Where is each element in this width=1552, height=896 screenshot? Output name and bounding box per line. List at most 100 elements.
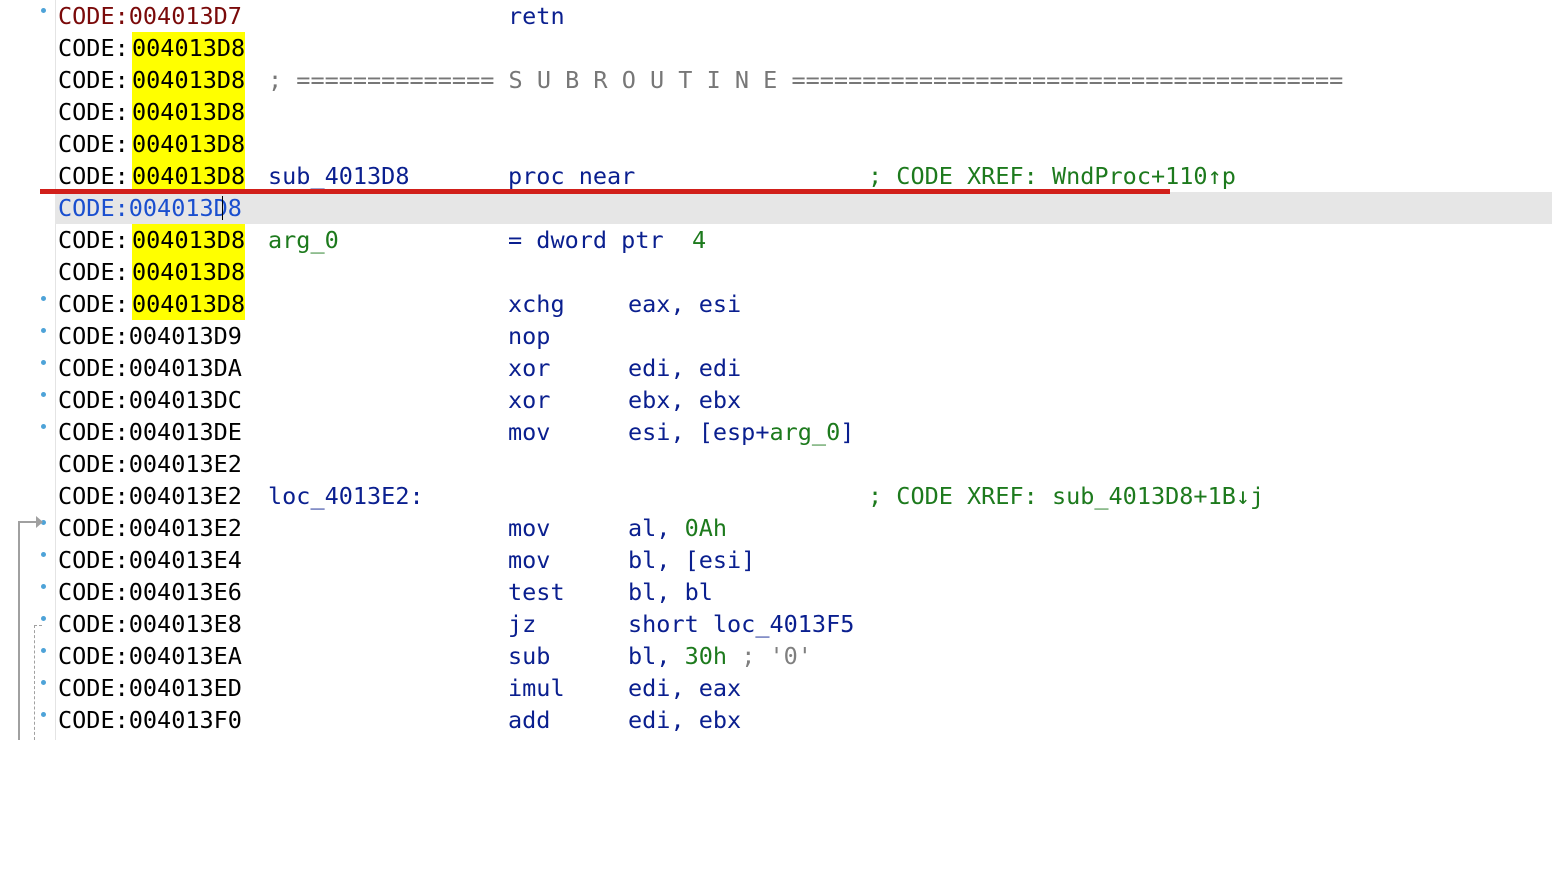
listing-line[interactable]: CODE: 004013D8 [0,256,1552,288]
listing-line[interactable]: CODE:004013D9 nop [0,320,1552,352]
listing-line[interactable]: CODE:004013E2 [0,448,1552,480]
address-value: 004013DA [128,354,242,382]
listing-line[interactable]: CODE: 004013D8 [0,32,1552,64]
segment-name: CODE: [58,162,129,190]
instruction-operands[interactable]: short loc_4013F5 [628,608,854,640]
xref-link[interactable]: WndProc+110↑p [1052,162,1236,190]
listing-line[interactable]: CODE:004013DE mov esi, [esp+arg_0] [0,416,1552,448]
listing-line-current[interactable]: CODE:004013D8 [0,192,1552,224]
listing-line[interactable]: CODE: 004013D8 sub_4013D8 proc near ; CO… [0,160,1552,192]
listing-line[interactable]: CODE: 004013D8 [0,96,1552,128]
listing-line[interactable]: CODE: 004013D8 [0,128,1552,160]
segment-name: CODE: [58,610,129,638]
instruction-mnemonic[interactable]: xor [508,352,550,384]
xref-comment: ; CODE XREF: sub_4013D8+1B↓j [868,480,1264,512]
address-highlighted[interactable]: 004013D8 [132,32,246,64]
instruction-mnemonic[interactable]: mov [508,512,550,544]
segment-name: CODE: [58,450,129,478]
xref-prefix: ; CODE XREF: [868,162,1052,190]
address-value[interactable]: 004013D8 [129,194,242,222]
listing-line[interactable]: CODE:004013EA sub bl, 30h ; '0' [0,640,1552,672]
instruction-mnemonic[interactable]: imul [508,672,565,704]
instruction-mnemonic[interactable]: mov [508,544,550,576]
instruction-operands[interactable]: bl, bl [628,576,713,608]
instruction-mnemonic[interactable]: add [508,704,550,736]
operand-text: ] [840,418,855,446]
listing-line[interactable]: CODE:004013ED imul edi, eax [0,672,1552,704]
address-highlighted[interactable]: 004013D8 [132,256,246,288]
operand-immediate: 0Ah [684,514,728,542]
listing-line[interactable]: CODE:004013E8 jz short loc_4013F5 [0,608,1552,640]
instruction-operands[interactable]: al, 0Ah [628,512,727,544]
segment-name: CODE: [58,546,129,574]
address-value: 004013E2 [128,514,242,542]
instruction-operands[interactable]: bl, [esi] [628,544,755,576]
instruction-mnemonic[interactable]: xor [508,384,550,416]
segment-name: CODE: [58,258,129,286]
loc-label[interactable]: loc_4013E2: [268,480,424,512]
listing-line[interactable]: CODE: 004013D8 ; ============== S U B R … [0,64,1552,96]
instruction-mnemonic[interactable]: xchg [508,288,565,320]
address-highlighted[interactable]: 004013D8 [132,64,246,96]
listing-line[interactable]: CODE:004013D7 retn [0,0,1552,32]
exec-dot-icon [41,360,46,365]
operand-immediate: 30h [684,642,728,670]
instruction-mnemonic[interactable]: retn [508,0,565,32]
disassembly-listing[interactable]: CODE:004013D7 retn CODE: 004013D8 CODE: … [0,0,1552,740]
listing-line[interactable]: CODE:004013E6 test bl, bl [0,576,1552,608]
instruction-operands[interactable]: esi, [esp+arg_0] [628,416,854,448]
instruction-operands[interactable]: ebx, ebx [628,384,741,416]
instruction-operands[interactable]: edi, edi [628,352,741,384]
xref-link[interactable]: sub_4013D8+1B↓j [1052,482,1264,510]
address-value: 004013E2 [128,450,242,478]
segment-name: CODE: [58,354,129,382]
address-highlighted[interactable]: 004013D8 [132,128,246,160]
xref-comment: ; CODE XREF: WndProc+110↑p [868,160,1236,192]
listing-line[interactable]: CODE:004013E4 mov bl, [esi] [0,544,1552,576]
address-highlighted[interactable]: 004013D8 [132,96,246,128]
instruction-mnemonic[interactable]: test [508,576,565,608]
segment-name: CODE: [58,290,129,318]
instruction-mnemonic[interactable]: jz [508,608,536,640]
listing-line[interactable]: CODE:004013E2 mov al, 0Ah [0,512,1552,544]
instruction-operands[interactable]: edi, ebx [628,704,741,736]
listing-line[interactable]: CODE:004013F0 add edi, ebx [0,704,1552,736]
instruction-mnemonic[interactable]: mov [508,416,550,448]
instruction-operands[interactable]: eax, esi [628,288,741,320]
address-highlighted[interactable]: 004013D8 [132,288,246,320]
listing-line[interactable]: CODE: 004013D8 arg_0 = dword ptr 4 [0,224,1552,256]
listing-line[interactable]: CODE:004013DA xor edi, edi [0,352,1552,384]
address-value: 004013EA [128,642,242,670]
proc-label[interactable]: sub_4013D8 [268,160,409,192]
instruction-operands[interactable]: edi, eax [628,672,741,704]
exec-dot-icon [41,8,46,13]
instruction-mnemonic[interactable]: nop [508,320,550,352]
proc-directive[interactable]: proc near [508,160,635,192]
address-value: 004013F0 [128,706,242,734]
stack-var-label[interactable]: arg_0 [268,224,339,256]
line-address: CODE:004013E6 [58,576,242,608]
instruction-mnemonic[interactable]: sub [508,640,550,672]
segment-name: CODE: [58,34,129,62]
address-value: 004013DC [128,386,242,414]
exec-dot-icon [41,648,46,653]
instruction-operands[interactable]: bl, 30h ; '0' [628,640,812,672]
address-highlighted[interactable]: 004013D8 [132,160,246,192]
listing-line[interactable]: CODE:004013E2 loc_4013E2: ; CODE XREF: s… [0,480,1552,512]
listing-line[interactable]: CODE:004013DC xor ebx, ebx [0,384,1552,416]
address-value: 004013D9 [128,322,242,350]
address-value: 004013D7 [128,2,242,30]
address-highlighted[interactable]: 004013D8 [132,224,246,256]
segment-name: CODE: [58,482,129,510]
address-value: 004013ED [128,674,242,702]
jump-flow-line [18,521,38,523]
exec-dot-icon [41,552,46,557]
segment-name: CODE: [58,674,129,702]
line-address: CODE:004013E2 [58,448,242,480]
operand-stack-var[interactable]: arg_0 [769,418,840,446]
address-value: 004013E6 [128,578,242,606]
listing-line[interactable]: CODE: 004013D8 xchg eax, esi [0,288,1552,320]
operand-text: bl, [628,642,685,670]
segment-name: CODE: [58,706,129,734]
jump-arrow-icon [36,516,43,528]
